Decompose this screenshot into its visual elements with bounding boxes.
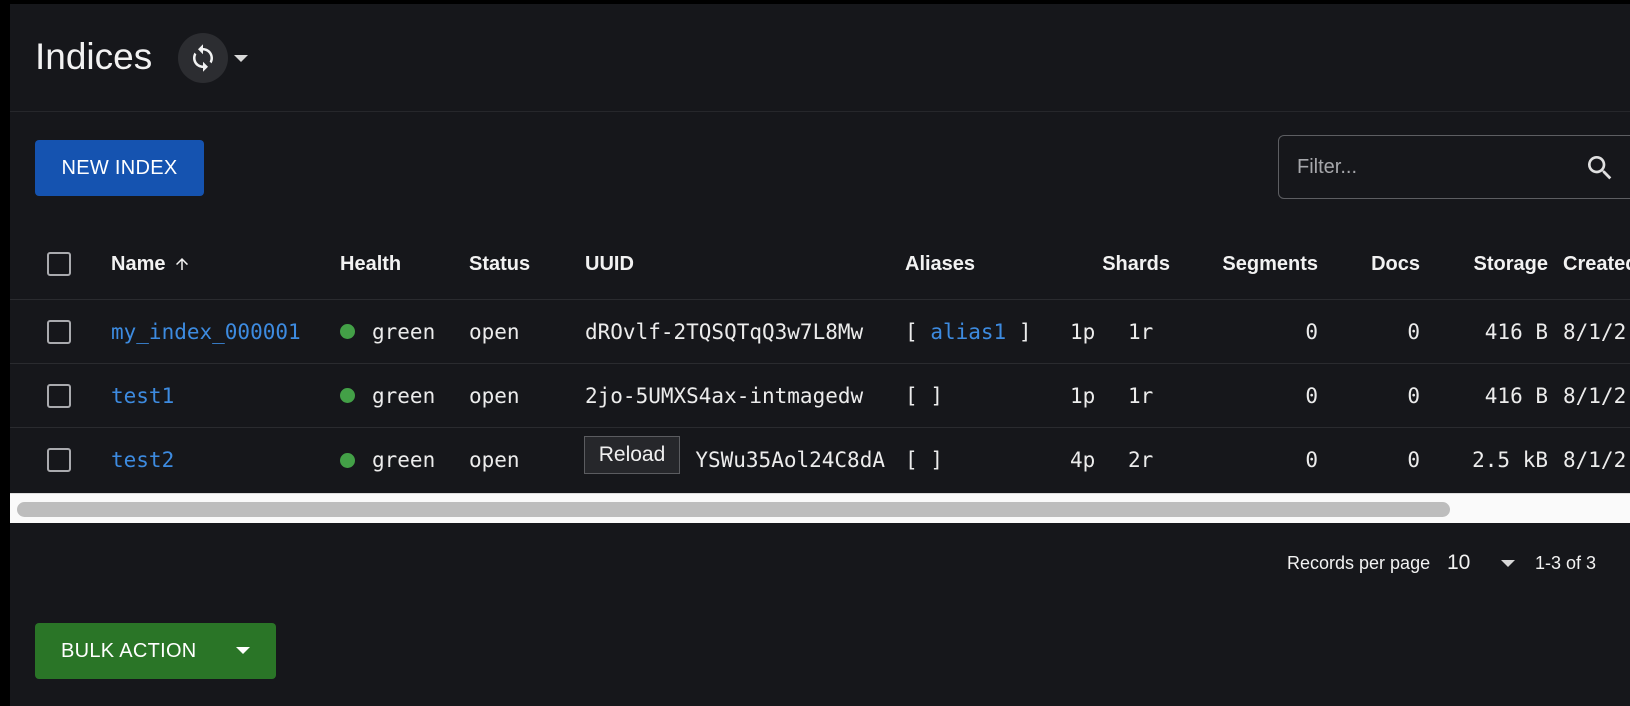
alias-link[interactable]: alias1 [930, 320, 1006, 344]
health-cell: green [340, 364, 460, 427]
storage-cell: 416 B [1484, 383, 1548, 408]
primary-shards-cell: 1p [1070, 319, 1096, 344]
primary-shards-cell: 4p [1070, 448, 1096, 472]
column-header-docs[interactable]: Docs [1330, 229, 1420, 299]
created-cell: 8/1/2 [1563, 383, 1627, 408]
index-name-link[interactable]: my_index_000001 [111, 300, 326, 363]
replica-shards-cell: 2r [1128, 448, 1154, 472]
row-select-cell [47, 300, 75, 363]
alias-bracket-close: ] [930, 383, 943, 408]
records-per-page-select[interactable]: 10 [1447, 548, 1470, 578]
table-row: test1 green open 2jo-5UMXS4ax-intmagedw … [10, 364, 1630, 428]
health-text: green [372, 319, 436, 344]
row-checkbox[interactable] [47, 448, 71, 472]
storage-cell: 416 B [1484, 319, 1548, 344]
row-checkbox[interactable] [47, 319, 71, 344]
aliases-cell: [ ] [905, 428, 1065, 492]
filter-field [1278, 135, 1630, 199]
reload-button[interactable] [178, 33, 228, 83]
column-header-segments[interactable]: Segments [1190, 229, 1318, 299]
page-title: Indices [35, 36, 153, 77]
caret-down-icon [234, 55, 248, 62]
column-header-aliases[interactable]: Aliases [905, 229, 1065, 299]
health-status-dot [340, 324, 355, 339]
horizontal-scrollbar[interactable] [10, 493, 1630, 523]
replica-shards-cell: 1r [1128, 319, 1154, 344]
created-cell: 8/1/2 [1563, 319, 1627, 344]
segments-cell: 0 [1305, 448, 1318, 472]
filter-input[interactable] [1297, 152, 1557, 182]
aliases-cell: [ ] [905, 364, 1065, 427]
segments-cell: 0 [1305, 383, 1318, 408]
docs-cell: 0 [1407, 448, 1420, 472]
health-text: green [372, 383, 436, 408]
column-header-health[interactable]: Health [340, 229, 460, 299]
reload-options-button[interactable] [231, 49, 251, 69]
new-index-button[interactable]: NEW INDEX [35, 140, 204, 196]
uuid-cell: 2jo-5UMXS4ax-intmagedw [585, 383, 864, 408]
column-header-label: Name [111, 252, 166, 275]
refresh-icon [193, 44, 213, 72]
column-header-name[interactable]: Name [111, 229, 326, 299]
records-per-page-dropdown[interactable] [1498, 548, 1518, 578]
alias-bracket-close: ] [1018, 319, 1032, 344]
health-text: green [372, 448, 436, 472]
replica-shards-cell: 1r [1128, 383, 1154, 408]
table-row: my_index_000001 green open dROvlf-2TQSQT… [10, 300, 1630, 364]
health-cell: green [340, 300, 460, 363]
select-all-checkbox[interactable] [47, 252, 71, 276]
bulk-action-label: BULK ACTION [61, 639, 197, 662]
row-select-cell [47, 364, 75, 427]
health-status-dot [340, 452, 355, 468]
alias-bracket-open: [ [905, 448, 918, 472]
select-all-cell [47, 229, 75, 299]
indices-table: Name Health Status UUID Aliases Shards S… [10, 229, 1630, 493]
row-select-cell [47, 428, 75, 492]
search-icon[interactable] [1584, 152, 1616, 184]
alias-bracket-open: [ [905, 383, 918, 408]
created-cell: 8/1/2 [1563, 448, 1627, 472]
status-cell: open [469, 448, 520, 472]
column-header-uuid[interactable]: UUID [585, 229, 885, 299]
uuid-cell: dROvlf-2TQSQTqQ3w7L8Mw [585, 319, 864, 344]
reload-tooltip: Reload [584, 436, 680, 474]
segments-cell: 0 [1305, 319, 1318, 344]
docs-cell: 0 [1407, 383, 1420, 408]
aliases-cell: [ alias1 ] [905, 300, 1065, 363]
alias-bracket-open: [ [905, 319, 918, 344]
index-name-link[interactable]: test2 [111, 428, 326, 492]
storage-cell: 2.5 kB [1472, 448, 1548, 472]
column-header-storage[interactable]: Storage [1430, 229, 1548, 299]
alias-bracket-close: ] [930, 448, 943, 472]
scrollbar-thumb[interactable] [17, 502, 1450, 517]
records-per-page-label: Records per page [1287, 552, 1431, 573]
indices-page: Indices NEW INDEX Name Health Status [10, 4, 1630, 706]
status-cell: open [469, 319, 520, 344]
docs-cell: 0 [1407, 319, 1420, 344]
health-cell: green [340, 428, 460, 492]
column-header-status[interactable]: Status [469, 229, 569, 299]
health-status-dot [340, 388, 355, 403]
sort-ascending-icon [176, 258, 189, 270]
primary-shards-cell: 1p [1070, 383, 1096, 408]
column-header-created[interactable]: Created [1563, 229, 1630, 299]
page-header: Indices [10, 4, 1630, 112]
column-header-shards[interactable]: Shards [1050, 229, 1170, 299]
bulk-action-button[interactable]: BULK ACTION [35, 623, 276, 679]
status-cell: open [469, 383, 520, 408]
table-row: test2 green open YSWu35Aol24C8dA [ ] 4p … [10, 428, 1630, 492]
index-name-link[interactable]: test1 [111, 364, 326, 427]
pagination-range: 1-3 of 3 [1535, 552, 1597, 573]
row-checkbox[interactable] [47, 383, 71, 408]
caret-down-icon [236, 647, 250, 654]
caret-down-icon [1501, 560, 1515, 567]
table-header-row: Name Health Status UUID Aliases Shards S… [10, 229, 1630, 300]
